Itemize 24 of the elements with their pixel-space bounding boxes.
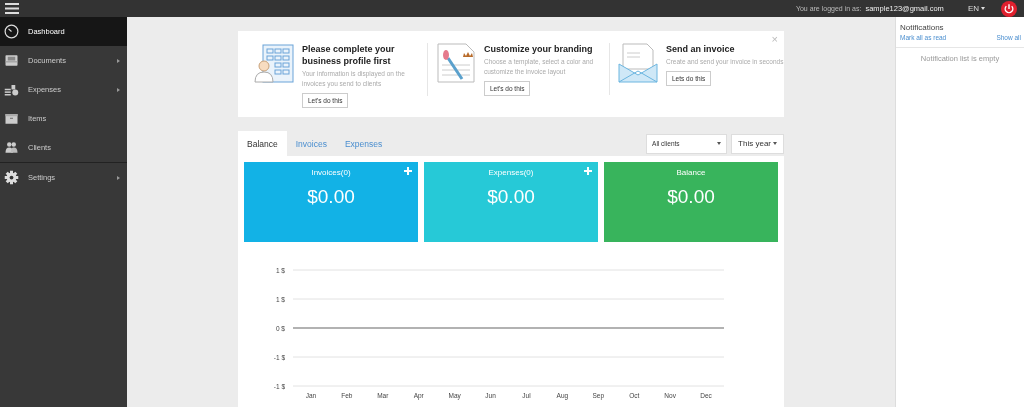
notifications-title: Notifications xyxy=(899,22,945,34)
step-title: Customize your branding xyxy=(484,43,594,55)
step-title: Please complete your business profile first xyxy=(302,43,396,67)
language-dropdown[interactable]: EN xyxy=(967,4,985,13)
inbox-icon xyxy=(4,53,19,68)
card-title: Expenses(0) xyxy=(488,168,534,177)
card-title: Invoices(0) xyxy=(311,168,351,177)
building-person-icon xyxy=(254,43,294,83)
envelope-letter-icon xyxy=(618,43,658,83)
settings-icon xyxy=(4,170,19,185)
power-icon[interactable] xyxy=(1001,0,1017,17)
step-title: Send an invoice xyxy=(666,43,736,55)
tab[interactable]: Balance xyxy=(238,131,287,156)
gauge-icon xyxy=(4,24,19,39)
card-amount: $0.00 xyxy=(487,186,535,208)
coins-icon xyxy=(4,82,19,97)
menu-icon[interactable] xyxy=(5,3,19,14)
card-title: Balance xyxy=(676,168,706,177)
period-dropdown[interactable]: This year xyxy=(731,133,784,154)
card-amount: $0.00 xyxy=(667,186,715,208)
card-amount: $0.00 xyxy=(307,186,355,208)
people-icon xyxy=(4,140,19,155)
document-brush-icon xyxy=(436,43,476,83)
box-icon xyxy=(4,111,19,126)
